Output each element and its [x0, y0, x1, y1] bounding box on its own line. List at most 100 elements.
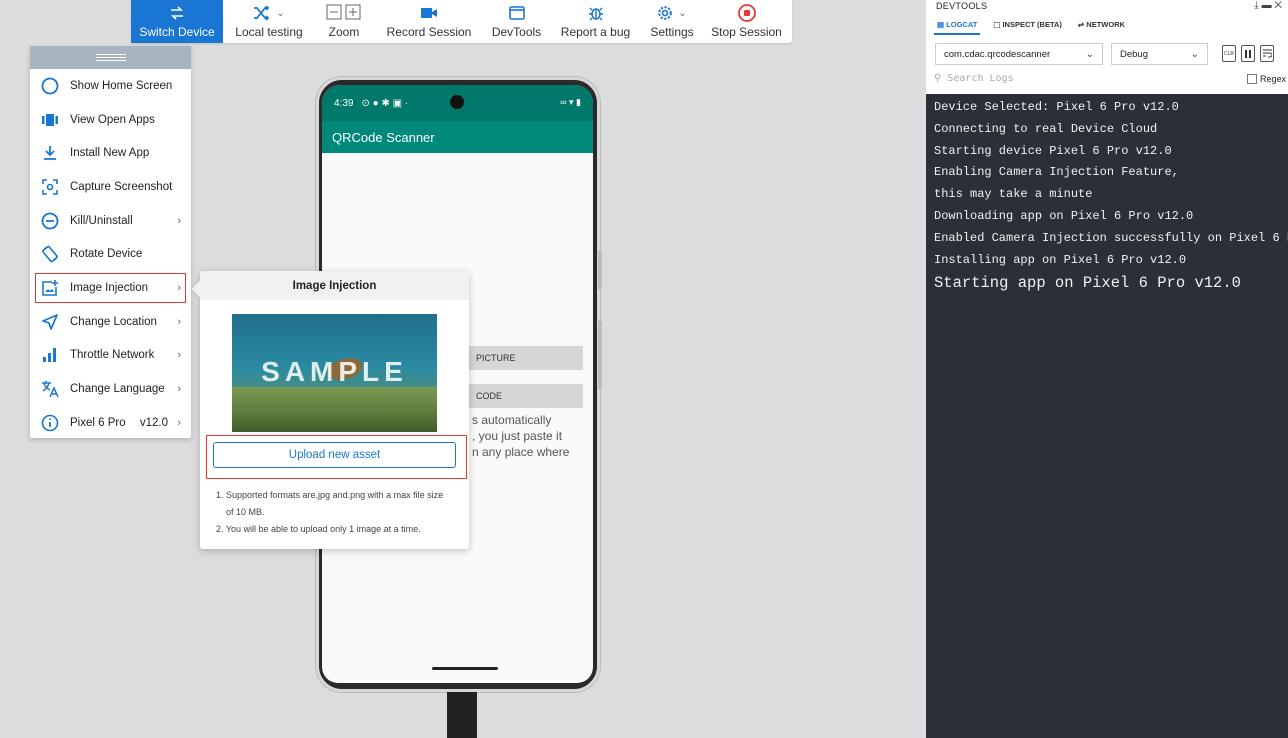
devtools-panel: DEVTOOLS ⤓ ▬ ✕ ▤ LOGCAT ⬚ INSPECT (BETA)…	[926, 0, 1288, 738]
image-add-icon	[40, 278, 60, 298]
scan-code-button[interactable]: CODE	[468, 384, 583, 408]
volume-button	[598, 250, 602, 290]
gear-icon: ⌄	[657, 3, 687, 23]
record-session-label: Record Session	[386, 25, 472, 39]
zoom-label: Zoom	[328, 25, 360, 39]
bug-icon	[588, 3, 603, 23]
log-line: Connecting to real Device Cloud	[934, 121, 1158, 136]
home-indicator[interactable]	[432, 667, 498, 670]
menu-item-show-home-screen[interactable]: Show Home Screen	[30, 69, 191, 103]
download-icon	[40, 143, 60, 163]
devtools-window-icon	[508, 3, 525, 23]
package-select[interactable]: com.cdac.qrcodescanner ⌄	[935, 43, 1103, 65]
switch-device-icon	[169, 3, 185, 23]
zoom-button[interactable]: Zoom	[315, 0, 373, 43]
menu-item-image-injection[interactable]: Image Injection ›	[33, 271, 188, 305]
menu-item-capture-screenshot[interactable]: Capture Screenshot	[30, 170, 191, 204]
menu-item-device-info[interactable]: Pixel 6 Pro v12.0 ›	[30, 406, 191, 440]
open-apps-icon	[40, 110, 60, 130]
note-line: 2. You will be able to upload only 1 ima…	[216, 524, 421, 534]
note-line: 1. Supported formats are.jpg and.png wit…	[216, 490, 444, 500]
status-bar: 4:39 ⊙ ● ✱ ▣ · ∞ ▾ ▮	[322, 85, 593, 121]
body-text-line-1: s automatically	[472, 413, 552, 427]
tab-network[interactable]: ⇌ NETWORK	[1075, 17, 1128, 35]
logcat-icon: ▤	[937, 20, 947, 29]
wrap-lines-icon[interactable]	[1260, 45, 1274, 62]
menu-item-change-language[interactable]: Change Language ›	[30, 372, 191, 406]
stop-session-label: Stop Session	[711, 25, 782, 39]
settings-button[interactable]: ⌄ Settings	[643, 0, 701, 43]
menu-item-rotate-device[interactable]: Rotate Device	[30, 237, 191, 271]
drag-handle[interactable]	[30, 46, 191, 69]
menu-item-label: Throttle Network	[70, 349, 155, 362]
device-name: Pixel 6 Pro	[70, 416, 126, 429]
chevron-down-icon: ⌄	[1190, 48, 1199, 60]
record-session-button[interactable]: Record Session	[373, 0, 485, 43]
log-line: Device Selected: Pixel 6 Pro v12.0	[934, 100, 1179, 114]
rotate-icon	[40, 244, 60, 264]
log-line: Starting app on Pixel 6 Pro v12.0	[934, 274, 1241, 293]
session-toolbar: Switch Device ⌄ Local testing Zoom Recor…	[131, 0, 792, 43]
close-icon[interactable]: ✕	[1274, 0, 1282, 11]
record-video-icon	[420, 3, 438, 23]
drag-handle-icon	[95, 54, 126, 61]
menu-item-change-location[interactable]: Change Location ›	[30, 305, 191, 339]
body-text-line-2: , you just paste it	[472, 429, 563, 443]
devtools-label: DevTools	[491, 25, 542, 39]
screenshot-icon	[40, 177, 60, 197]
switch-device-button[interactable]: Switch Device	[131, 0, 223, 43]
download-icon[interactable]: ⤓	[1254, 0, 1258, 11]
tab-logcat[interactable]: ▤ LOGCAT	[934, 17, 981, 35]
tab-label: NETWORK	[1086, 20, 1126, 29]
local-testing-button[interactable]: ⌄ Local testing	[223, 0, 315, 43]
devtools-button[interactable]: DevTools	[485, 0, 548, 43]
menu-item-label: Image Injection	[70, 281, 148, 294]
settings-label: Settings	[650, 25, 694, 39]
chevron-right-icon: ›	[177, 416, 181, 429]
log-line: Starting device Pixel 6 Pro v12.0	[934, 143, 1172, 158]
app-title: QRCode Scanner	[322, 121, 593, 153]
search-logs-input[interactable]: ⚲ Search Logs	[934, 73, 1014, 84]
log-line: Downloading app on Pixel 6 Pro v12.0	[934, 208, 1194, 223]
upload-new-asset-button[interactable]: Upload new asset	[213, 442, 456, 468]
checkbox-box	[1246, 74, 1257, 84]
stop-session-button[interactable]: Stop Session	[701, 0, 792, 43]
local-testing-icon: ⌄	[253, 3, 285, 23]
menu-item-label: Capture Screenshot	[70, 180, 173, 193]
regex-checkbox[interactable]: Regex	[1246, 74, 1286, 84]
logcat-output: Device Selected: Pixel 6 Pro v12.0 Conne…	[934, 97, 1288, 295]
report-bug-label: Report a bug	[560, 25, 631, 39]
menu-item-label: Change Language	[70, 383, 165, 396]
status-icons: ⊙ ● ✱ ▣ ·	[361, 97, 409, 109]
switch-device-label: Switch Device	[139, 25, 215, 39]
chevron-right-icon: ›	[177, 349, 181, 362]
sample-watermark: SAMPLE	[261, 356, 408, 387]
local-testing-label: Local testing	[235, 25, 303, 39]
window-controls: ⤓ ▬ ✕	[1254, 0, 1282, 11]
chevron-right-icon: ›	[177, 281, 181, 294]
chevron-right-icon: ›	[177, 383, 181, 396]
menu-item-install-new-app[interactable]: Install New App	[30, 136, 191, 170]
pause-icon[interactable]	[1241, 45, 1255, 62]
chevron-down-icon: ⌄	[276, 7, 285, 19]
status-time: 4:39	[334, 97, 354, 109]
log-level-select[interactable]: Debug ⌄	[1111, 43, 1208, 65]
menu-item-label: Change Location	[70, 315, 157, 328]
chevron-right-icon: ›	[177, 214, 181, 227]
clear-logs-button[interactable]: CLR	[1222, 45, 1236, 62]
menu-item-throttle-network[interactable]: Throttle Network ›	[30, 339, 191, 373]
menu-item-view-open-apps[interactable]: View Open Apps	[30, 103, 191, 137]
picture-button[interactable]: PICTURE	[468, 346, 583, 370]
network-bars-icon	[40, 345, 60, 365]
note-line: of 10 MB.	[226, 507, 265, 517]
devtools-header: DEVTOOLS ⤓ ▬ ✕ ▤ LOGCAT ⬚ INSPECT (BETA)…	[926, 0, 1288, 94]
search-icon: ⚲	[934, 73, 948, 84]
status-right-icons: ∞ ▾ ▮	[560, 97, 581, 107]
menu-item-label: View Open Apps	[70, 113, 155, 126]
dock-icon[interactable]: ▬	[1262, 0, 1272, 11]
menu-item-kill-uninstall[interactable]: Kill/Uninstall ›	[30, 204, 191, 238]
package-value: com.cdac.qrcodescanner	[944, 48, 1051, 60]
tab-inspect[interactable]: ⬚ INSPECT (BETA)	[990, 17, 1065, 35]
regex-label: Regex	[1259, 74, 1286, 84]
report-bug-button[interactable]: Report a bug	[548, 0, 643, 43]
